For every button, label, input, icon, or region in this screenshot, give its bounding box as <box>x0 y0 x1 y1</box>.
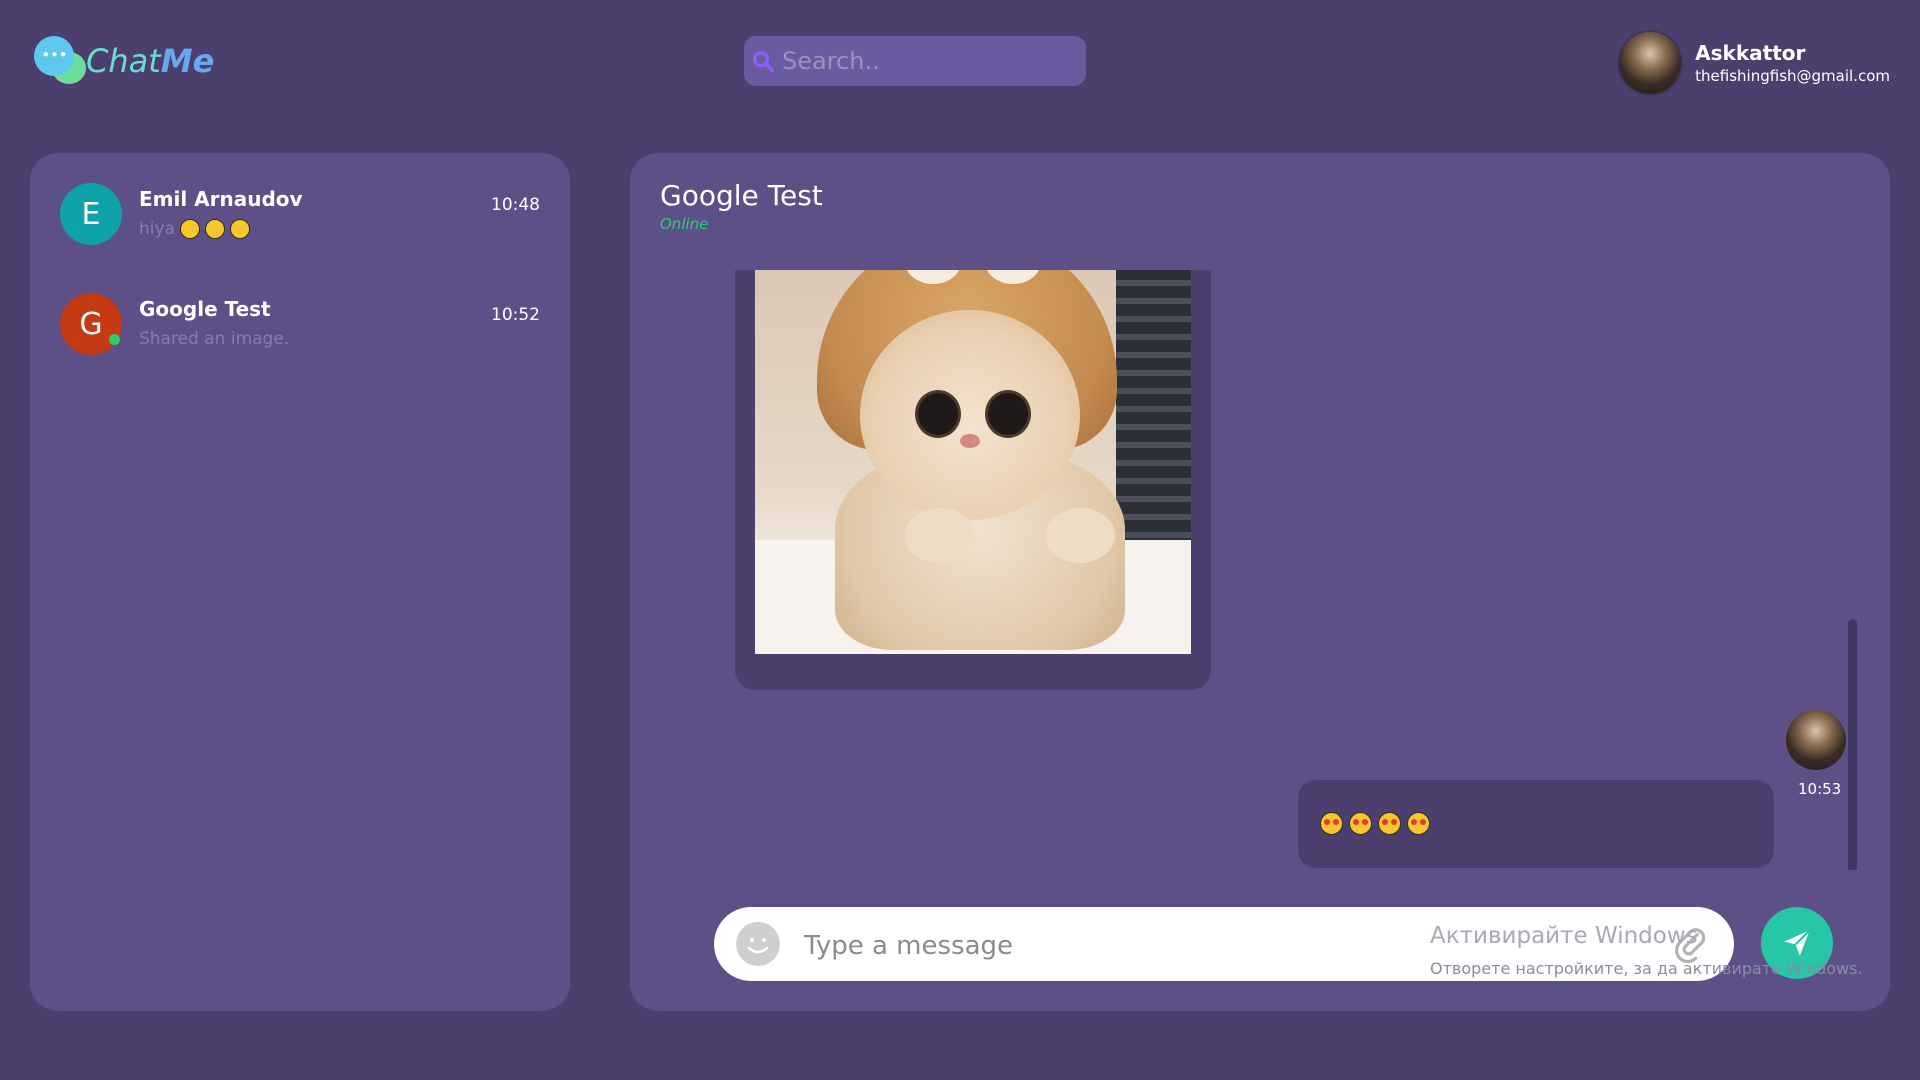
user-email: thefishingfish@gmail.com <box>1695 67 1890 85</box>
laughing-emoji-icon <box>204 219 225 239</box>
avatar: G <box>60 293 122 355</box>
chat-name: Google Test <box>139 297 271 321</box>
heart-eyes-emoji-icon <box>1349 812 1372 835</box>
text-message[interactable] <box>1298 780 1774 868</box>
heart-eyes-emoji-icon <box>1320 812 1343 835</box>
chat-bubbles-icon: ••• <box>34 34 88 88</box>
app-logo[interactable]: ••• ChatMe <box>34 34 214 88</box>
chat-preview: Shared an image. <box>139 329 290 349</box>
chat-time: 10:52 <box>491 305 540 325</box>
laughing-emoji-icon <box>229 219 250 239</box>
user-name: Askkattor <box>1695 41 1806 65</box>
chat-list: E Emil Arnaudov hiya 10:48 G Google Test… <box>30 153 570 1011</box>
app-name: ChatMe <box>86 42 215 80</box>
chat-time: 10:48 <box>491 195 540 215</box>
conversation-panel: Google Test Online 10:53 Type a message … <box>630 153 1890 1011</box>
laughing-emoji-icon <box>179 219 200 239</box>
chat-name: Emil Arnaudov <box>139 187 303 211</box>
search-bar[interactable] <box>744 36 1086 86</box>
chat-preview: hiya <box>139 219 250 239</box>
avatar[interactable] <box>1786 710 1846 770</box>
message-composer[interactable] <box>714 907 1734 981</box>
avatar: E <box>60 183 122 245</box>
avatar[interactable] <box>1617 30 1684 96</box>
paperclip-icon[interactable] <box>1672 925 1710 963</box>
send-icon <box>1784 929 1811 956</box>
user-profile[interactable]: Askkattor thefishingfish@gmail.com <box>1617 30 1890 96</box>
heart-eyes-emoji-icon <box>1407 812 1430 835</box>
emoji-button[interactable] <box>736 922 780 966</box>
message-text <box>1320 810 1436 835</box>
message-time: 10:53 <box>1798 780 1842 798</box>
cat-image[interactable] <box>755 270 1191 654</box>
conversation-title: Google Test <box>660 179 823 212</box>
message-input[interactable] <box>802 925 1686 967</box>
message-list[interactable]: 10:53 <box>630 270 1890 870</box>
search-input[interactable] <box>780 46 1064 76</box>
send-button[interactable] <box>1761 907 1833 979</box>
chat-list-item[interactable]: G Google Test Shared an image. 10:52 <box>60 293 540 357</box>
online-indicator <box>109 334 120 345</box>
image-message[interactable] <box>735 270 1211 690</box>
scrollbar[interactable] <box>1848 619 1857 870</box>
smile-icon <box>747 938 769 954</box>
search-icon <box>753 51 774 72</box>
heart-eyes-emoji-icon <box>1378 812 1401 835</box>
online-status: Online <box>660 215 709 233</box>
chat-list-item[interactable]: E Emil Arnaudov hiya 10:48 <box>60 183 540 247</box>
